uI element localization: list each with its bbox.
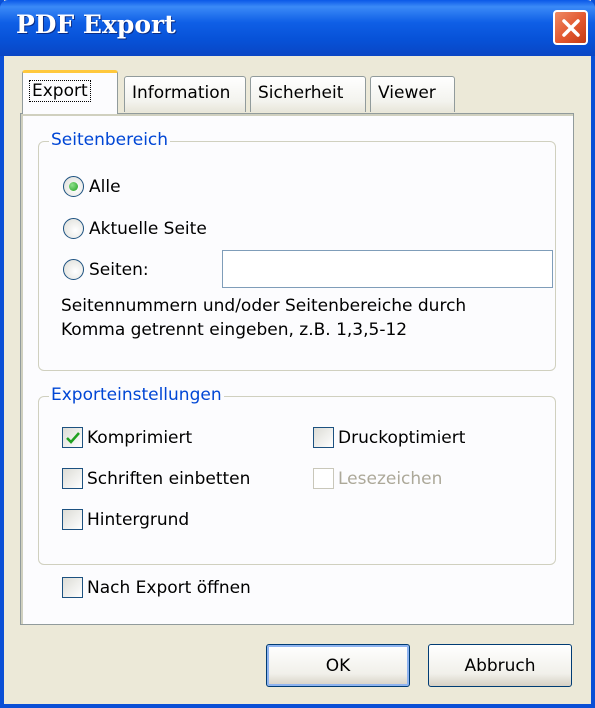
checkbox[interactable] — [313, 427, 334, 448]
page-range-hint: Seitennummern und/oder Seitenbereiche du… — [61, 294, 466, 342]
ok-button[interactable]: OK — [266, 644, 410, 687]
checkbox-schriften-einbetten[interactable]: Schriften einbetten — [62, 468, 250, 489]
radio-alle[interactable]: Alle — [63, 176, 121, 197]
checkbox-label: Lesezeichen — [338, 468, 443, 489]
radio-seiten[interactable]: Seiten: — [63, 259, 149, 280]
checkbox-druckoptimiert[interactable]: Druckoptimiert — [313, 427, 465, 448]
tab-label: Information — [132, 83, 231, 103]
checkbox-komprimiert[interactable]: Komprimiert — [62, 427, 192, 448]
checkbox-label: Schriften einbetten — [87, 468, 251, 489]
tab-label: Sicherheit — [258, 83, 344, 103]
radio-label: Alle — [89, 176, 121, 197]
tab-label: Viewer — [378, 83, 436, 103]
checkbox-label: Komprimiert — [87, 427, 193, 448]
checkbox — [313, 468, 334, 489]
radio-aktuelle-seite[interactable]: Aktuelle Seite — [63, 218, 207, 239]
cancel-button[interactable]: Abbruch — [428, 644, 572, 687]
pages-input[interactable] — [222, 250, 553, 288]
hint-line: Seitennummern und/oder Seitenbereiche du… — [61, 296, 467, 316]
radio-button[interactable] — [63, 176, 84, 197]
checkbox[interactable] — [62, 577, 83, 598]
tab-panel-export: Seitenbereich Alle Aktuelle Seite Seiten… — [20, 113, 574, 625]
checkbox-label: Druckoptimiert — [338, 427, 466, 448]
window-title: PDF Export — [16, 10, 176, 39]
checkbox-label: Hintergrund — [87, 509, 190, 530]
radio-label: Aktuelle Seite — [89, 218, 207, 239]
close-button[interactable] — [553, 10, 588, 45]
tab-label: Export — [29, 80, 91, 102]
group-title: Exporteinstellungen — [49, 385, 224, 405]
checkbox-label: Nach Export öffnen — [87, 577, 251, 598]
radio-label: Seiten: — [89, 259, 149, 280]
checkbox-hintergrund[interactable]: Hintergrund — [62, 509, 189, 530]
title-bar[interactable]: PDF Export — [0, 0, 595, 56]
checkbox[interactable] — [62, 509, 83, 530]
tab-sicherheit[interactable]: Sicherheit — [250, 76, 366, 112]
checkbox[interactable] — [62, 468, 83, 489]
radio-button[interactable] — [63, 218, 84, 239]
checkmark-icon — [66, 432, 80, 444]
checkbox[interactable] — [62, 427, 83, 448]
group-title: Seitenbereich — [49, 130, 171, 150]
close-icon — [562, 19, 580, 37]
radio-button[interactable] — [63, 259, 84, 280]
hint-line: Komma getrennt eingeben, z.B. 1,3,5-12 — [61, 320, 408, 340]
tab-viewer[interactable]: Viewer — [370, 76, 455, 112]
checkbox-nach-export-oeffnen[interactable]: Nach Export öffnen — [62, 577, 251, 598]
tab-information[interactable]: Information — [124, 76, 246, 112]
tab-export[interactable]: Export — [22, 70, 118, 114]
checkbox-lesezeichen: Lesezeichen — [313, 468, 442, 489]
